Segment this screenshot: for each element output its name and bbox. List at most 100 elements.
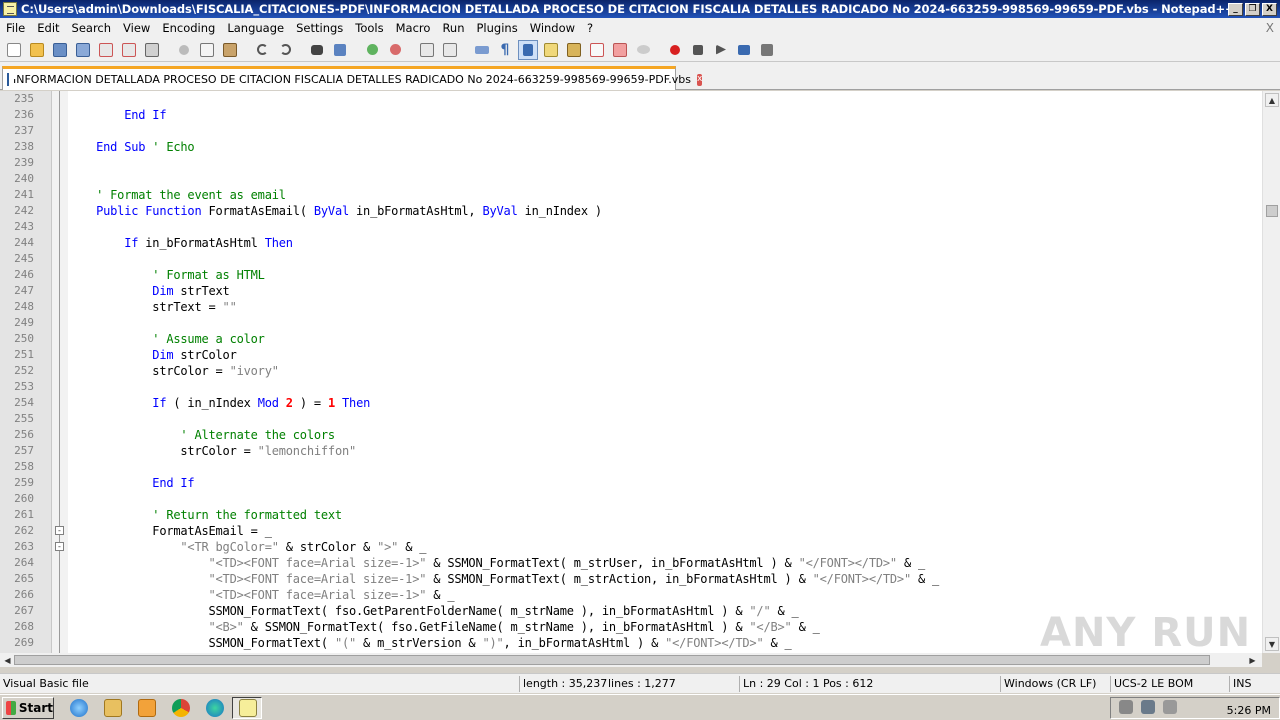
code-line[interactable]: 263 - "<TR bgColor=" & strColor & ">" & _	[0, 539, 1260, 555]
code-line[interactable]: 262 - FormatAsEmail = _	[0, 523, 1260, 539]
code-line[interactable]: 240	[0, 171, 1260, 187]
code-line[interactable]: 251 Dim strColor	[0, 347, 1260, 363]
edge-icon[interactable]	[206, 699, 224, 717]
network-icon[interactable]	[1141, 700, 1155, 714]
code-line[interactable]: 244 If in_bFormatAsHtml Then	[0, 235, 1260, 251]
menu-language[interactable]: Language	[221, 21, 290, 35]
code-editor[interactable]: 235 236 End If 237 238 End Sub ' Echo 239 240…	[0, 91, 1280, 653]
code-line[interactable]: 245	[0, 251, 1260, 267]
code-line[interactable]: 256 ' Alternate the colors	[0, 427, 1260, 443]
code-line[interactable]: 257 strColor = "lemonchiffon"	[0, 443, 1260, 459]
fold-toggle-icon[interactable]: -	[55, 526, 64, 535]
close-file-icon[interactable]	[96, 40, 116, 60]
menu-file[interactable]: File	[0, 21, 31, 35]
code-line[interactable]: 261 ' Return the formatted text	[0, 507, 1260, 523]
file-explorer-icon[interactable]	[104, 699, 122, 717]
code-line[interactable]: 253	[0, 379, 1260, 395]
code-line[interactable]: 259 End If	[0, 475, 1260, 491]
monitoring-icon[interactable]	[633, 40, 653, 60]
fold-toggle-icon[interactable]: -	[55, 542, 64, 551]
record-macro-icon[interactable]	[665, 40, 685, 60]
cut-icon[interactable]	[174, 40, 194, 60]
save-icon[interactable]	[50, 40, 70, 60]
close-button[interactable]: X	[1262, 2, 1277, 16]
menu-window[interactable]: Window	[524, 21, 581, 35]
code-line[interactable]: 237	[0, 123, 1260, 139]
code-line[interactable]: 252 strColor = "ivory"	[0, 363, 1260, 379]
doc-map-icon[interactable]	[564, 40, 584, 60]
udl-icon[interactable]	[541, 40, 561, 60]
code-line[interactable]: 246 ' Format as HTML	[0, 267, 1260, 283]
action-center-icon[interactable]	[1163, 700, 1177, 714]
code-line[interactable]: 258	[0, 459, 1260, 475]
scroll-up-arrow-icon[interactable]: ▲	[1265, 93, 1279, 107]
run-macro-multiple-icon[interactable]	[734, 40, 754, 60]
open-file-icon[interactable]	[27, 40, 47, 60]
find-icon[interactable]	[307, 40, 327, 60]
close-all-icon[interactable]	[119, 40, 139, 60]
indent-guide-icon[interactable]	[518, 39, 538, 60]
notepadpp-task-button[interactable]	[232, 697, 262, 719]
word-wrap-icon[interactable]	[472, 40, 492, 60]
media-player-icon[interactable]	[138, 699, 156, 717]
document-tab[interactable]: INFORMACION DETALLADA PROCESO DE CITACIO…	[2, 66, 703, 90]
code-line[interactable]: 249	[0, 315, 1260, 331]
print-icon[interactable]	[142, 40, 162, 60]
play-macro-icon[interactable]	[711, 40, 731, 60]
code-line[interactable]: 243	[0, 219, 1260, 235]
code-line[interactable]: 235	[0, 91, 1260, 107]
code-line[interactable]: 241 ' Format the event as email	[0, 187, 1260, 203]
show-all-chars-icon[interactable]: ¶	[495, 40, 515, 60]
scroll-down-arrow-icon[interactable]: ▼	[1265, 637, 1279, 651]
code-line[interactable]: 250 ' Assume a color	[0, 331, 1260, 347]
chrome-icon[interactable]	[172, 699, 190, 717]
menu-edit[interactable]: Edit	[31, 21, 65, 35]
menu-plugins[interactable]: Plugins	[471, 21, 524, 35]
scroll-left-arrow-icon[interactable]: ◀	[1, 654, 14, 666]
replace-icon[interactable]	[330, 40, 350, 60]
menu-view[interactable]: View	[117, 21, 156, 35]
menu-settings[interactable]: Settings	[290, 21, 349, 35]
copy-icon[interactable]	[197, 40, 217, 60]
minimize-button[interactable]: _	[1228, 2, 1243, 16]
code-line[interactable]: 264 "<TD><FONT face=Arial size=-1>" & SS…	[0, 555, 1260, 571]
tab-close-icon[interactable]: x	[697, 73, 703, 86]
code-line[interactable]: 248 strText = ""	[0, 299, 1260, 315]
menu-tools[interactable]: Tools	[349, 21, 389, 35]
save-all-icon[interactable]	[73, 40, 93, 60]
menu-run[interactable]: Run	[436, 21, 470, 35]
new-file-icon[interactable]	[4, 40, 24, 60]
redo-icon[interactable]	[275, 40, 295, 60]
code-line[interactable]: 247 Dim strText	[0, 283, 1260, 299]
status-insert-mode[interactable]: INS	[1229, 676, 1280, 692]
restore-button[interactable]: ❐	[1245, 2, 1260, 16]
menu-search[interactable]: Search	[66, 21, 118, 35]
code-line[interactable]: 254 If ( in_nIndex Mod 2 ) = 1 Then	[0, 395, 1260, 411]
internet-explorer-icon[interactable]	[70, 699, 88, 717]
code-line[interactable]: 242 Public Function FormatAsEmail( ByVal…	[0, 203, 1260, 219]
code-line[interactable]: 236 End If	[0, 107, 1260, 123]
sync-vertical-icon[interactable]	[417, 40, 437, 60]
code-line[interactable]: 255	[0, 411, 1260, 427]
vertical-scrollbar[interactable]: ▲ ▼	[1262, 91, 1280, 653]
code-line[interactable]: 238 End Sub ' Echo	[0, 139, 1260, 155]
zoom-out-icon[interactable]	[385, 40, 405, 60]
menu-encoding[interactable]: Encoding	[156, 21, 221, 35]
horizontal-scroll-thumb[interactable]	[14, 655, 1210, 665]
paste-icon[interactable]	[220, 40, 240, 60]
notepadpp-app-icon[interactable]	[3, 2, 17, 16]
menu-help[interactable]: ?	[581, 21, 599, 35]
vertical-scroll-thumb[interactable]	[1266, 205, 1278, 217]
status-encoding[interactable]: UCS-2 LE BOM	[1110, 676, 1228, 692]
start-button[interactable]: Start	[2, 697, 54, 719]
status-eol[interactable]: Windows (CR LF)	[1000, 676, 1110, 692]
sync-horizontal-icon[interactable]	[440, 40, 460, 60]
stop-macro-icon[interactable]	[688, 40, 708, 60]
clock[interactable]: 5:26 PM	[1227, 704, 1271, 717]
code-line[interactable]: 260	[0, 491, 1260, 507]
save-macro-icon[interactable]	[757, 40, 777, 60]
volume-icon[interactable]	[1119, 700, 1133, 714]
zoom-in-icon[interactable]	[362, 40, 382, 60]
code-line[interactable]: 266 "<TD><FONT face=Arial size=-1>" & _	[0, 587, 1260, 603]
undo-icon[interactable]	[252, 40, 272, 60]
